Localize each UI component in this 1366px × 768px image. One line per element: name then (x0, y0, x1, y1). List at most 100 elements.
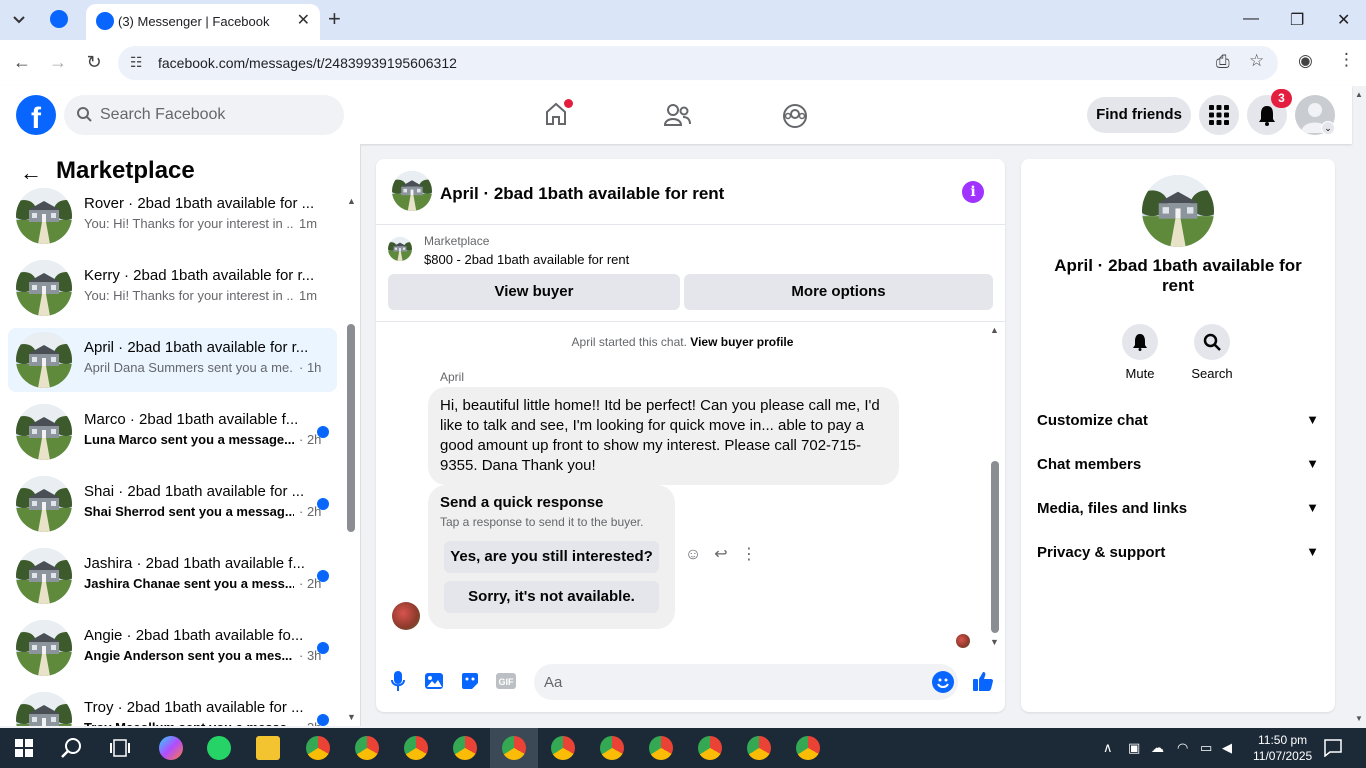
chat-scroll-up-arrow[interactable]: ▲ (990, 325, 999, 335)
conversation-row[interactable]: Troy · 2bad 1bath available for ... Troy … (8, 688, 337, 726)
conversation-row[interactable]: Angie · 2bad 1bath available fo... Angie … (8, 616, 337, 680)
photo-icon[interactable] (424, 671, 444, 691)
chrome-icon[interactable] (747, 736, 771, 760)
conversation-row[interactable]: Jashira · 2bad 1bath available f... Jashi… (8, 544, 337, 608)
gif-icon[interactable]: GIF (496, 671, 516, 691)
emoji-icon[interactable] (932, 671, 954, 693)
profile-icon[interactable]: ◉ (1298, 51, 1313, 71)
page-scroll-down-arrow[interactable]: ▼ (1355, 714, 1363, 723)
chrome-icon[interactable] (355, 736, 379, 760)
close-window-button[interactable]: ✕ (1337, 10, 1350, 30)
quick-response-still-interested[interactable]: Yes, are you still interested? (444, 541, 659, 573)
customize-chat-row[interactable]: Customize chat ▼ (1037, 412, 1323, 436)
chrome-icon[interactable] (404, 736, 428, 760)
chat-title[interactable]: April · 2bad 1bath available for rent (440, 184, 724, 204)
file-explorer-icon[interactable] (256, 736, 280, 760)
privacy-support-row[interactable]: Privacy & support ▼ (1037, 544, 1323, 568)
pinned-facebook-tab[interactable] (50, 10, 68, 28)
meet-now-icon[interactable]: ▣ (1128, 740, 1140, 756)
listing-thumbnail (16, 476, 72, 532)
sender-avatar[interactable] (392, 602, 420, 630)
task-view-icon[interactable] (110, 739, 130, 757)
close-tab-icon[interactable]: ✕ (297, 12, 310, 30)
chrome-icon[interactable] (600, 736, 624, 760)
account-chevron-icon[interactable]: ⌄ (1321, 121, 1335, 135)
facebook-logo-icon[interactable]: f (16, 95, 56, 135)
conversation-row[interactable]: April · 2bad 1bath available for r... Apr… (8, 328, 337, 392)
sidebar-scrollbar[interactable] (347, 324, 355, 532)
listing-thumbnail (16, 404, 72, 460)
menu-button[interactable] (1199, 95, 1239, 135)
groups-icon[interactable] (782, 103, 808, 129)
media-files-links-row[interactable]: Media, files and links ▼ (1037, 500, 1323, 524)
volume-icon[interactable]: ◀ (1222, 740, 1232, 756)
chrome-icon[interactable] (796, 736, 820, 760)
chrome-icon[interactable] (698, 736, 722, 760)
view-buyer-button[interactable]: View buyer (388, 274, 680, 310)
chrome-icon[interactable] (649, 736, 673, 760)
more-options-button[interactable]: More options (684, 274, 993, 310)
notification-center-icon[interactable] (1324, 739, 1342, 757)
new-tab-button[interactable]: + (328, 8, 341, 30)
page-scroll-up-arrow[interactable]: ▲ (1355, 90, 1363, 99)
wifi-icon[interactable]: ◠ (1177, 740, 1188, 756)
chrome-icon[interactable] (453, 736, 477, 760)
conversation-row[interactable]: Shai · 2bad 1bath available for ... Shai … (8, 472, 337, 536)
chat-scroll-down-arrow[interactable]: ▼ (990, 637, 999, 647)
windows-start-icon[interactable] (15, 739, 33, 757)
listing-image[interactable] (1142, 175, 1214, 247)
thumbs-up-icon[interactable] (972, 670, 994, 692)
browser-tab-messenger[interactable]: (3) Messenger | Facebook ✕ (86, 4, 320, 40)
clock-time: 11:50 pm (1258, 733, 1308, 747)
browser-menu-icon[interactable]: ⋮ (1338, 50, 1355, 70)
reload-button[interactable]: ↻ (83, 52, 105, 73)
search-conversation-button[interactable]: Search (1182, 324, 1242, 381)
battery-icon[interactable]: ▭ (1200, 740, 1212, 756)
friends-icon[interactable] (663, 103, 691, 127)
info-icon[interactable]: i (962, 181, 984, 203)
back-arrow-icon[interactable]: ← (20, 160, 42, 186)
chat-members-row[interactable]: Chat members ▼ (1037, 456, 1323, 480)
search-bar[interactable]: Search Facebook (64, 95, 344, 135)
message-input[interactable] (534, 664, 958, 700)
install-app-icon[interactable]: ⎙ (1216, 52, 1230, 72)
conversation-row[interactable]: Kerry · 2bad 1bath available for r... You… (8, 256, 337, 320)
bookmark-star-icon[interactable]: ☆ (1249, 51, 1264, 71)
site-info-icon[interactable]: ☷ (130, 54, 143, 71)
view-buyer-profile-link[interactable]: View buyer profile (690, 335, 793, 349)
chrome-icon[interactable] (551, 736, 575, 760)
address-bar[interactable]: ☷ facebook.com/messages/t/24839939195606… (118, 46, 1278, 80)
gif-label: GIF (499, 677, 515, 687)
copilot-icon[interactable] (159, 736, 183, 760)
conversation-time: · 1h (299, 360, 322, 375)
section-label: Chat members (1037, 456, 1142, 473)
find-friends-button[interactable]: Find friends (1087, 97, 1191, 133)
onedrive-icon[interactable]: ☁ (1151, 740, 1164, 756)
taskbar-search-icon[interactable] (61, 737, 83, 759)
details-title: April · 2bad 1bath available for rent (1054, 256, 1302, 295)
back-button[interactable]: ← (11, 52, 33, 73)
more-actions-icon[interactable]: ⋮ (740, 546, 758, 564)
chrome-icon[interactable] (306, 736, 330, 760)
forward-button[interactable]: → (47, 52, 69, 73)
conversation-row[interactable]: Marco · 2bad 1bath available f... Luna Ma… (8, 400, 337, 464)
react-emoji-icon[interactable]: ☺ (684, 546, 702, 564)
tray-chevron-icon[interactable]: ∧ (1103, 740, 1113, 756)
scroll-down-arrow[interactable]: ▼ (347, 712, 356, 722)
notification-badge: 3 (1271, 89, 1292, 108)
chrome-icon[interactable] (502, 736, 526, 760)
minimize-button[interactable]: — (1243, 10, 1259, 28)
microphone-icon[interactable] (388, 671, 408, 691)
scroll-up-arrow[interactable]: ▲ (347, 196, 356, 206)
whatsapp-icon[interactable] (207, 736, 231, 760)
chat-listing-thumbnail[interactable] (392, 171, 432, 211)
chat-scrollbar[interactable] (991, 461, 999, 633)
reply-icon[interactable]: ↩ (712, 546, 730, 564)
conversation-row[interactable]: Rover · 2bad 1bath available for ... You:… (8, 184, 337, 248)
quick-response-not-available[interactable]: Sorry, it's not available. (444, 581, 659, 613)
sticker-icon[interactable] (460, 671, 480, 691)
clock[interactable]: 11:50 pm 11/07/2025 (1253, 732, 1312, 764)
mute-button[interactable]: Mute (1110, 324, 1170, 381)
tab-search-dropdown[interactable] (6, 7, 32, 33)
restore-button[interactable]: ❐ (1290, 10, 1304, 30)
